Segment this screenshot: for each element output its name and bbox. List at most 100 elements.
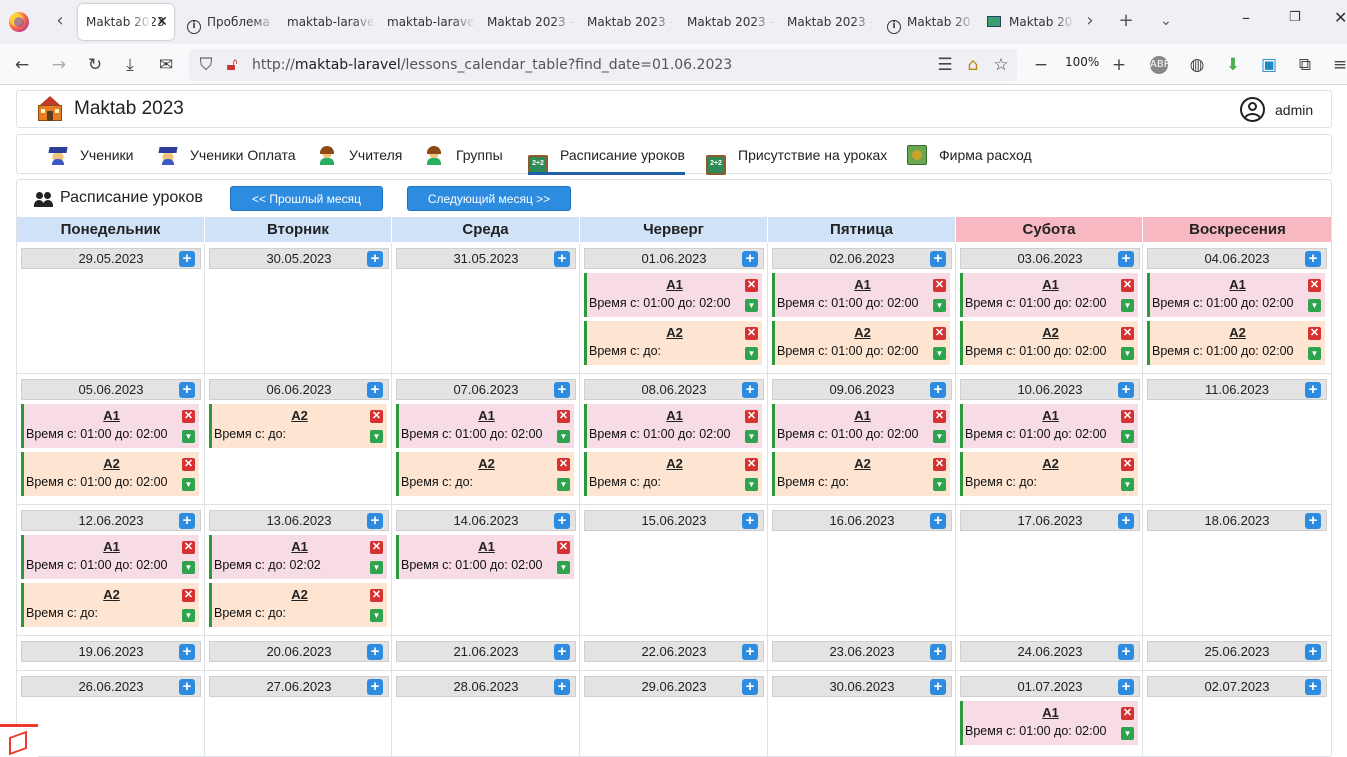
add-lesson-button[interactable]: +: [179, 251, 195, 267]
lesson-group-link[interactable]: A1: [24, 539, 199, 554]
downloads-icon[interactable]: ⤓: [119, 54, 141, 76]
delete-lesson-icon[interactable]: ✕: [933, 279, 946, 292]
close-window-icon[interactable]: ✕: [1334, 8, 1347, 27]
add-lesson-button[interactable]: +: [179, 644, 195, 660]
browser-tab[interactable]: Maktab 2023 ✕: [78, 4, 174, 40]
bookmark-star-icon[interactable]: ☆: [990, 54, 1012, 76]
download-arrow-icon[interactable]: ⬇: [1222, 54, 1244, 76]
adblock-icon[interactable]: ABP: [1150, 56, 1170, 74]
zoom-level[interactable]: 100%: [1065, 55, 1099, 69]
delete-lesson-icon[interactable]: ✕: [933, 327, 946, 340]
lesson-group-link[interactable]: A2: [775, 325, 950, 340]
expand-lesson-icon[interactable]: ▼: [370, 430, 383, 443]
lesson-group-link[interactable]: A1: [24, 408, 199, 423]
delete-lesson-icon[interactable]: ✕: [557, 458, 570, 471]
expand-lesson-icon[interactable]: ▼: [933, 347, 946, 360]
delete-lesson-icon[interactable]: ✕: [182, 458, 195, 471]
expand-lesson-icon[interactable]: ▼: [182, 561, 195, 574]
add-lesson-button[interactable]: +: [742, 679, 758, 695]
lesson-group-link[interactable]: A2: [963, 325, 1138, 340]
delete-lesson-icon[interactable]: ✕: [370, 541, 383, 554]
add-lesson-button[interactable]: +: [742, 251, 758, 267]
expand-lesson-icon[interactable]: ▼: [1121, 478, 1134, 491]
url-bar[interactable]: ⛉ 🔓︎ http://maktab-laravel/lessons_calen…: [189, 49, 1017, 81]
delete-lesson-icon[interactable]: ✕: [1121, 458, 1134, 471]
delete-lesson-icon[interactable]: ✕: [745, 458, 758, 471]
lesson-group-link[interactable]: A1: [399, 408, 574, 423]
expand-lesson-icon[interactable]: ▼: [370, 561, 383, 574]
add-lesson-button[interactable]: +: [1118, 513, 1134, 529]
expand-lesson-icon[interactable]: ▼: [1121, 727, 1134, 740]
add-lesson-button[interactable]: +: [554, 644, 570, 660]
add-lesson-button[interactable]: +: [742, 382, 758, 398]
lesson-group-link[interactable]: A2: [399, 456, 574, 471]
user-avatar-icon[interactable]: [1240, 97, 1265, 122]
minimize-icon[interactable]: –: [1242, 8, 1250, 27]
expand-lesson-icon[interactable]: ▼: [182, 609, 195, 622]
expand-lesson-icon[interactable]: ▼: [745, 299, 758, 312]
add-lesson-button[interactable]: +: [742, 513, 758, 529]
delete-lesson-icon[interactable]: ✕: [1121, 410, 1134, 423]
firefox-logo-icon[interactable]: [9, 12, 29, 32]
add-lesson-button[interactable]: +: [554, 251, 570, 267]
delete-lesson-icon[interactable]: ✕: [745, 279, 758, 292]
add-lesson-button[interactable]: +: [1305, 679, 1321, 695]
expand-lesson-icon[interactable]: ▼: [745, 347, 758, 360]
globe-icon[interactable]: ◍: [1186, 54, 1208, 76]
next-month-button[interactable]: Следующий месяц >>: [407, 186, 571, 211]
add-lesson-button[interactable]: +: [179, 513, 195, 529]
delete-lesson-icon[interactable]: ✕: [557, 541, 570, 554]
url-text[interactable]: http://maktab-laravel/lessons_calendar_t…: [252, 49, 732, 81]
lesson-group-link[interactable]: A1: [963, 705, 1138, 720]
add-lesson-button[interactable]: +: [1305, 513, 1321, 529]
expand-lesson-icon[interactable]: ▼: [182, 478, 195, 491]
lesson-group-link[interactable]: A2: [775, 456, 950, 471]
expand-lesson-icon[interactable]: ▼: [1308, 299, 1321, 312]
delete-lesson-icon[interactable]: ✕: [182, 541, 195, 554]
zoom-out-icon[interactable]: −: [1030, 54, 1052, 76]
add-lesson-button[interactable]: +: [1118, 382, 1134, 398]
lesson-group-link[interactable]: A2: [24, 456, 199, 471]
expand-lesson-icon[interactable]: ▼: [370, 609, 383, 622]
expand-lesson-icon[interactable]: ▼: [745, 430, 758, 443]
delete-lesson-icon[interactable]: ✕: [745, 327, 758, 340]
add-lesson-button[interactable]: +: [367, 382, 383, 398]
nav-item-students-payment[interactable]: Ученики Оплата: [158, 135, 296, 173]
zoom-in-icon[interactable]: +: [1108, 54, 1130, 76]
add-lesson-button[interactable]: +: [1305, 644, 1321, 660]
delete-lesson-icon[interactable]: ✕: [182, 410, 195, 423]
browser-tab[interactable]: i Проблема: [179, 4, 275, 40]
delete-lesson-icon[interactable]: ✕: [1308, 327, 1321, 340]
prev-month-button[interactable]: << Прошлый месяц: [230, 186, 383, 211]
delete-lesson-icon[interactable]: ✕: [557, 410, 570, 423]
delete-lesson-icon[interactable]: ✕: [370, 410, 383, 423]
extensions-icon[interactable]: ⧉: [1294, 54, 1316, 76]
lesson-group-link[interactable]: A2: [963, 456, 1138, 471]
laravel-debug-icon[interactable]: [0, 724, 38, 757]
add-lesson-button[interactable]: +: [930, 251, 946, 267]
add-lesson-button[interactable]: +: [179, 679, 195, 695]
new-tab-icon[interactable]: +: [1114, 10, 1138, 34]
expand-lesson-icon[interactable]: ▼: [933, 430, 946, 443]
add-lesson-button[interactable]: +: [367, 644, 383, 660]
lesson-group-link[interactable]: A1: [775, 277, 950, 292]
mail-icon[interactable]: ✉: [155, 54, 177, 76]
add-lesson-button[interactable]: +: [742, 644, 758, 660]
browser-tab[interactable]: Maktab 2023 -: [479, 4, 575, 40]
tab-list-icon[interactable]: ⌄: [1154, 10, 1178, 34]
tab-scroll-left-icon[interactable]: ‹: [48, 10, 72, 34]
back-icon[interactable]: ←: [11, 54, 33, 76]
expand-lesson-icon[interactable]: ▼: [557, 478, 570, 491]
expand-lesson-icon[interactable]: ▼: [933, 478, 946, 491]
delete-lesson-icon[interactable]: ✕: [370, 589, 383, 602]
add-lesson-button[interactable]: +: [554, 513, 570, 529]
expand-lesson-icon[interactable]: ▼: [1308, 347, 1321, 360]
lesson-group-link[interactable]: A1: [963, 408, 1138, 423]
add-lesson-button[interactable]: +: [367, 679, 383, 695]
lesson-group-link[interactable]: A1: [1150, 277, 1325, 292]
insecure-lock-icon[interactable]: 🔓︎: [221, 54, 243, 76]
lesson-group-link[interactable]: A1: [587, 408, 762, 423]
browser-tab[interactable]: Maktab 2023 -: [679, 4, 775, 40]
delete-lesson-icon[interactable]: ✕: [933, 410, 946, 423]
add-lesson-button[interactable]: +: [930, 679, 946, 695]
